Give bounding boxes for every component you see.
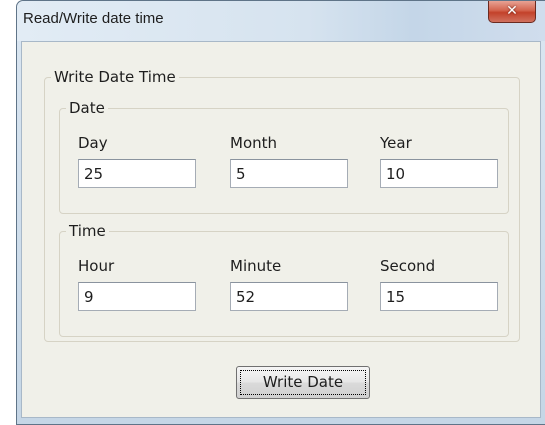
time-legend: Time	[66, 221, 109, 241]
write-date-button-label: Write Date	[240, 370, 366, 395]
write-date-time-group: Write Date Time Date Day Month Year Time…	[44, 67, 520, 342]
year-input[interactable]	[380, 159, 498, 188]
date-group: Date Day Month Year	[59, 98, 509, 214]
day-label: Day	[78, 134, 108, 152]
minute-input[interactable]	[230, 282, 348, 311]
hour-input[interactable]	[78, 282, 196, 311]
close-icon: ✕	[506, 3, 518, 19]
dialog-window: Read/Write date time ✕ Write Date Time D…	[16, 0, 545, 425]
write-date-button[interactable]: Write Date	[236, 366, 370, 399]
time-group: Time Hour Minute Second	[59, 221, 509, 337]
window-title: Read/Write date time	[23, 10, 164, 27]
month-label: Month	[230, 134, 278, 152]
minute-label: Minute	[230, 257, 282, 275]
day-input[interactable]	[78, 159, 196, 188]
write-date-time-legend: Write Date Time	[51, 67, 179, 87]
date-legend: Date	[66, 98, 108, 118]
second-label: Second	[380, 257, 436, 275]
hour-label: Hour	[78, 257, 115, 275]
dialog-client-area: Write Date Time Date Day Month Year Time…	[21, 41, 541, 418]
year-label: Year	[380, 134, 412, 152]
month-input[interactable]	[230, 159, 348, 188]
close-button[interactable]: ✕	[488, 1, 536, 23]
title-bar[interactable]: Read/Write date time ✕	[17, 1, 545, 41]
second-input[interactable]	[380, 282, 498, 311]
